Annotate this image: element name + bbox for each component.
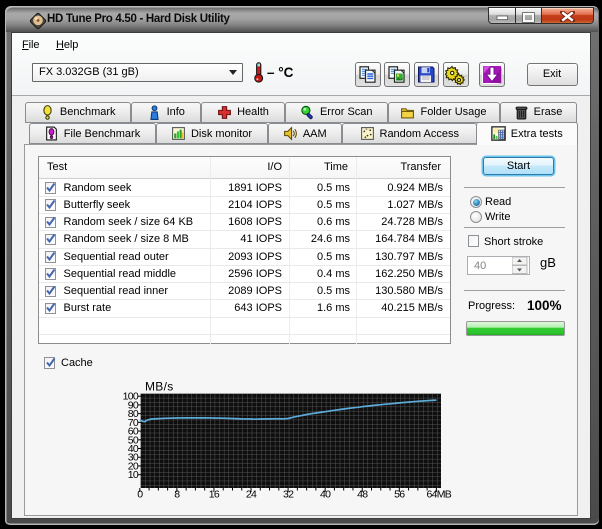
svg-text:40: 40 — [320, 489, 331, 501]
svg-text:24: 24 — [246, 489, 257, 501]
svg-text:0: 0 — [137, 489, 143, 501]
svg-text:56: 56 — [394, 489, 405, 501]
svg-text:16: 16 — [209, 489, 220, 501]
svg-text:64MB: 64MB — [426, 489, 451, 501]
svg-text:32: 32 — [283, 489, 294, 501]
svg-text:48: 48 — [357, 489, 368, 501]
svg-text:10: 10 — [128, 469, 139, 481]
svg-text:MB/s: MB/s — [145, 380, 174, 394]
svg-text:8: 8 — [174, 489, 180, 501]
